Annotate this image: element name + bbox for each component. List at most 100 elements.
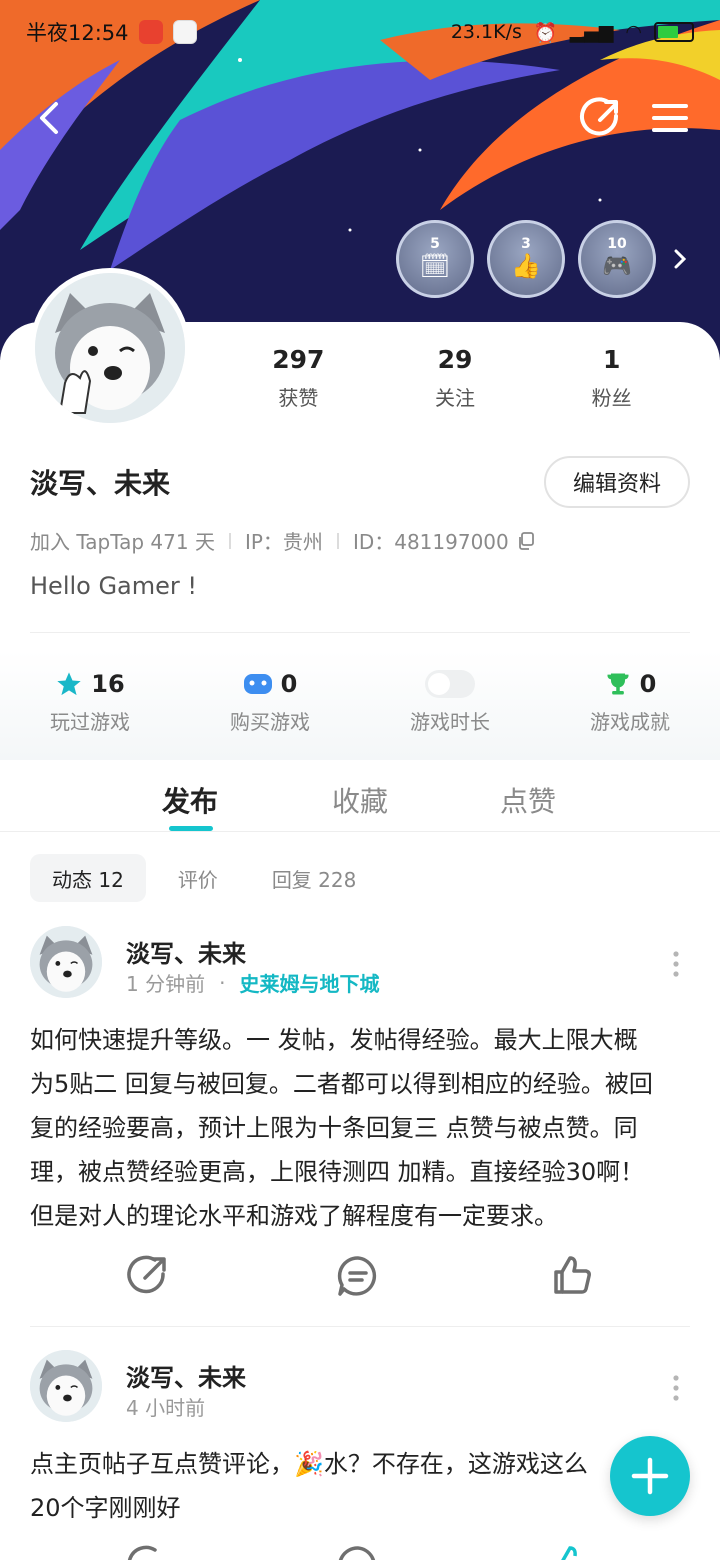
tab-favorites[interactable]: 收藏 (332, 780, 388, 820)
tab-likes[interactable]: 点赞 (500, 780, 556, 820)
badge-number: 10 (607, 236, 627, 252)
share-icon[interactable] (578, 94, 622, 142)
post-body: 点主页帖子互点赞评论，🎉水？不存在，这游戏这么 20个字刚刚好 (30, 1442, 692, 1530)
post-text-line: 为5贴二 回复与被回复。二者都可以得到相应的经验。被回 (30, 1070, 653, 1098)
status-time: 半夜12:54 (26, 21, 129, 45)
stat-label: 关注 (435, 386, 475, 410)
thumbs-up-icon: 👍 (511, 252, 541, 280)
post-text-line: 但是对人的理论水平和游戏了解程度有一定要求。 (30, 1202, 558, 1230)
stat-label: 获赞 (278, 386, 319, 410)
back-icon[interactable] (30, 94, 70, 142)
divider (30, 1326, 690, 1327)
menu-icon[interactable] (648, 94, 692, 142)
post-meta: 4 小时前 (126, 1392, 205, 1421)
play-time[interactable]: 游戏时长 (360, 650, 540, 760)
achievements[interactable]: 0 游戏成就 (540, 650, 720, 760)
achievements-label: 游戏成就 (590, 710, 670, 734)
calendar-gamepad-icon: 🗓 (419, 252, 451, 280)
sub-tabs: 动态 12 评价 回复 228 (30, 854, 378, 902)
purchased-games[interactable]: 0 购买游戏 (180, 650, 360, 760)
create-post-button[interactable] (610, 1436, 690, 1516)
feed-post[interactable]: 淡写、未来 1 分钟前 · 史莱姆与地下城 如何快速提升等级。一 发帖，发帖得经… (0, 926, 720, 1326)
post-body: 如何快速提升等级。一 发帖，发帖得经验。最大上限大概 为5贴二 回复与被回复。二… (30, 1018, 692, 1238)
subtab-reviews[interactable]: 评价 (156, 854, 240, 902)
copy-icon[interactable] (517, 531, 535, 550)
badge-item[interactable]: 3 👍 (487, 220, 565, 298)
badge-number: 5 (430, 236, 440, 252)
plus-icon (631, 1457, 669, 1495)
more-options-icon[interactable] (664, 946, 688, 982)
user-id: ID：481197000 (352, 530, 509, 554)
played-games-label: 玩过游戏 (50, 710, 130, 734)
avatar[interactable] (30, 268, 190, 428)
tab-posts[interactable]: 发布 (162, 780, 218, 820)
qq-notification-icon (172, 20, 197, 44)
subtab-replies[interactable]: 回复 228 (250, 854, 379, 902)
post-text-line: 复的经验要高，预计上限为十条回复三 点赞与被点赞。同 (30, 1114, 638, 1142)
post-game-link[interactable]: 史莱姆与地下城 (239, 968, 379, 997)
ip-location: IP：贵州 (244, 530, 323, 554)
divider (30, 632, 690, 633)
achievements-count: 0 (639, 670, 657, 698)
husky-avatar-image (35, 273, 185, 423)
trophy-icon (607, 673, 629, 695)
subtab-moments[interactable]: 动态 12 (30, 854, 146, 902)
post-actions (0, 1254, 720, 1314)
stat-following[interactable]: 29 关注 (377, 344, 534, 411)
avatar[interactable] (30, 926, 102, 998)
stat-value: 297 (272, 345, 325, 374)
profile-meta: 加入 TapTap 471 天 IP：贵州 ID：481197000 (30, 526, 535, 555)
husky-avatar-image (30, 1350, 102, 1422)
wifi-icon: ◠ (625, 21, 642, 43)
post-author[interactable]: 淡写、未来 (126, 1358, 246, 1393)
edit-profile-button[interactable]: 编辑资料 (544, 456, 690, 508)
status-bar: 半夜12:54 23.1K/s ⏰ ▂▄▆ ◠ (0, 0, 720, 64)
join-info: 加入 TapTap 471 天 (30, 530, 215, 554)
husky-avatar-image (30, 926, 102, 998)
stat-followers[interactable]: 1 粉丝 (533, 344, 690, 411)
nickname: 淡写、未来 (30, 467, 171, 500)
separator (228, 532, 231, 549)
played-games[interactable]: 16 玩过游戏 (0, 650, 180, 760)
played-games-count: 16 (91, 670, 125, 698)
content-tabs: 发布 收藏 点赞 (0, 760, 720, 832)
post-author[interactable]: 淡写、未来 (126, 934, 246, 969)
comment-icon[interactable] (336, 1254, 380, 1298)
avatar[interactable] (30, 1350, 102, 1422)
top-navigation (0, 90, 720, 146)
purchased-games-label: 购买游戏 (230, 710, 310, 734)
post-time: 4 小时前 (126, 1396, 206, 1420)
feed-post[interactable]: 淡写、未来 4 小时前 点主页帖子互点赞评论，🎉水？不存在，这游戏这么 20个字… (0, 1350, 720, 1560)
toggle-icon[interactable] (425, 670, 475, 698)
stat-value: 29 (437, 345, 473, 374)
like-icon[interactable] (550, 1544, 594, 1560)
alarm-icon: ⏰ (533, 21, 558, 44)
profile-stats: 297 获赞 29 关注 1 粉丝 (220, 344, 690, 411)
post-text-line: 如何快速提升等级。一 发帖，发帖得经验。最大上限大概 (30, 1026, 638, 1054)
star-icon (57, 672, 81, 696)
like-icon[interactable] (550, 1254, 594, 1298)
bio: Hello Gamer ! (30, 572, 198, 600)
gamepad-icon (243, 674, 272, 694)
more-options-icon[interactable] (664, 1370, 688, 1406)
separator (336, 532, 339, 549)
badge-item[interactable]: 10 🎮 (578, 220, 656, 298)
post-text-line: 理，被点赞经验更高，上限待测四 加精。直接经验30啊！ (30, 1158, 645, 1186)
post-text-line: 点主页帖子互点赞评论，🎉水？不存在，这游戏这么 (30, 1450, 588, 1478)
battery-icon (654, 22, 694, 42)
post-actions (0, 1544, 720, 1560)
share-icon[interactable] (125, 1544, 169, 1560)
stat-value: 1 (602, 345, 621, 374)
badge-list: 5 🗓 3 👍 10 🎮 (396, 220, 656, 298)
gamepad-icon: 🎮 (602, 252, 632, 280)
network-speed: 23.1K/s (450, 21, 522, 43)
stat-likes[interactable]: 297 获赞 (220, 344, 377, 411)
chevron-right-icon[interactable] (668, 243, 692, 275)
active-tab-indicator (169, 826, 213, 831)
share-icon[interactable] (125, 1254, 169, 1298)
post-time: 1 分钟前 (126, 972, 206, 996)
purchased-games-count: 0 (280, 670, 298, 698)
app-notification-icon (138, 20, 163, 44)
comment-icon[interactable] (336, 1544, 380, 1560)
badge-item[interactable]: 5 🗓 (396, 220, 474, 298)
